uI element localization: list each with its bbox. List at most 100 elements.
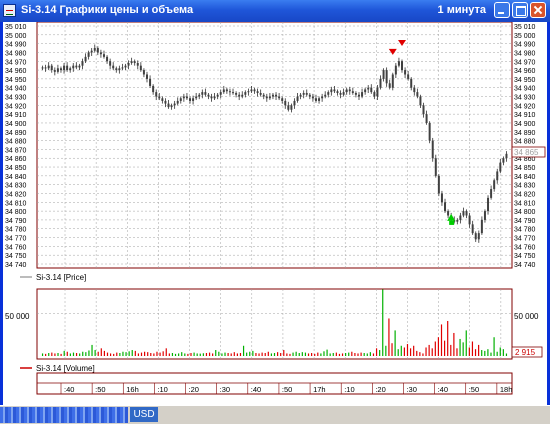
- candle-body: [447, 211, 450, 216]
- price-axis-right: 35 010 35 000 34 99034 980 34 970 34 960 34 9…: [514, 24, 536, 269]
- candle-body: [87, 52, 90, 57]
- price-y-tick-right: 34 740: [514, 262, 536, 269]
- price-y-tick-right: 34 900: [514, 121, 536, 128]
- candle-body: [410, 78, 413, 88]
- candle-body: [468, 215, 471, 225]
- candle-body: [459, 215, 462, 220]
- maximize-button[interactable]: [512, 2, 528, 18]
- candle-body: [158, 96, 161, 99]
- candle-body: [305, 92, 308, 95]
- price-y-tick-left: 34 920: [5, 103, 27, 110]
- candle-body: [241, 94, 244, 97]
- price-candle: [437, 174, 440, 197]
- price-plot-area[interactable]: [36, 22, 513, 269]
- window-title: Si-3.14 Графики цены и объема: [21, 4, 194, 16]
- candle-body: [84, 56, 87, 62]
- candle-body: [391, 74, 394, 88]
- candle-body: [299, 94, 302, 97]
- candle-body: [477, 233, 480, 240]
- candle-body: [339, 92, 342, 95]
- time-tick-label: :40: [251, 385, 261, 394]
- candle-body: [136, 63, 139, 66]
- price-y-tick-right: 34 970: [514, 59, 536, 66]
- candle-body: [216, 94, 219, 97]
- current-price-label: 34 865: [514, 148, 539, 157]
- candle-body: [195, 96, 198, 99]
- candle-body: [474, 233, 477, 240]
- candle-body: [287, 105, 290, 110]
- candle-body: [244, 92, 247, 95]
- window-titlebar[interactable]: Si-3.14 Графики цены и объема 1 минута: [0, 0, 550, 22]
- candle-body: [259, 92, 262, 95]
- candle-body: [357, 94, 360, 97]
- time-tick-label: 18h: [500, 385, 513, 394]
- price-y-tick-right: 34 910: [514, 112, 536, 119]
- price-y-tick-right: 34 750: [514, 253, 536, 260]
- price-y-tick-left: 34 940: [5, 86, 27, 93]
- price-y-tick-left: 34 820: [5, 191, 27, 198]
- candle-body: [99, 52, 102, 55]
- candle-body: [278, 96, 281, 99]
- taskbar-usd-button[interactable]: USD: [130, 407, 158, 422]
- candle-body: [318, 98, 321, 101]
- time-tick-label: :10: [157, 385, 167, 394]
- candle-body: [152, 85, 155, 93]
- price-y-tick-left: 34 740: [5, 262, 27, 269]
- candle-body: [228, 91, 231, 93]
- price-y-tick-right: 35 010: [514, 24, 536, 31]
- price-y-tick-left: 34 860: [5, 156, 27, 163]
- candle-body: [53, 70, 56, 72]
- candle-body: [490, 189, 493, 198]
- close-button[interactable]: [530, 2, 546, 18]
- candle-body: [336, 91, 339, 93]
- minimize-button[interactable]: [494, 2, 510, 18]
- candle-body: [173, 103, 176, 106]
- price-y-tick-left: 34 800: [5, 209, 27, 216]
- candle-body: [139, 65, 142, 71]
- candle-body: [238, 94, 241, 97]
- chart-window-body: 35 010 35 000 34 990 34 980 34 970 34 960 34 9…: [0, 22, 550, 405]
- price-y-tick-left: 34 990: [5, 42, 27, 49]
- price-y-tick-left: 34 960: [5, 68, 27, 75]
- candle-body: [293, 100, 296, 106]
- candle-body: [382, 70, 385, 79]
- candle-body: [63, 65, 66, 71]
- candle-body: [66, 65, 69, 71]
- time-tick-label: :20: [375, 385, 385, 394]
- timeframe-label[interactable]: 1 минута: [438, 4, 486, 16]
- volume-legend-label: Si-3.14 [Volume]: [36, 364, 95, 373]
- price-y-tick-left: 34 750: [5, 253, 27, 260]
- candle-body: [96, 48, 99, 53]
- candle-body: [496, 171, 499, 181]
- price-legend-label: Si-3.14 [Price]: [36, 273, 86, 282]
- candle-body: [176, 100, 179, 104]
- chart-canvas[interactable]: 35 01035 00034 99034 98034 97034 96034 9…: [3, 22, 547, 405]
- candle-body: [78, 65, 81, 68]
- candle-body: [130, 61, 133, 64]
- price-y-tick-left: 34 790: [5, 218, 27, 225]
- candle-body: [345, 89, 348, 93]
- price-y-tick-right: 34 770: [514, 236, 536, 243]
- volume-plot-area[interactable]: [36, 288, 513, 360]
- price-y-tick-right: 34 820: [514, 191, 536, 198]
- candle-body: [112, 65, 115, 69]
- candle-body: [348, 89, 351, 92]
- candle-body: [72, 65, 75, 69]
- candle-body: [440, 193, 443, 203]
- price-y-tick-left: 34 980: [5, 50, 27, 57]
- buy-marker-base: [449, 220, 455, 225]
- candle-body: [247, 91, 250, 93]
- current-volume-label: 2 915: [515, 348, 536, 357]
- candle-body: [93, 48, 96, 51]
- candle-body: [124, 65, 127, 68]
- candle-body: [81, 61, 84, 66]
- candle-body: [225, 89, 228, 92]
- candle-body: [333, 89, 336, 92]
- time-tick-label: :50: [282, 385, 292, 394]
- candle-body: [118, 68, 121, 71]
- price-y-tick-right: 34 990: [514, 42, 536, 49]
- candle-body: [271, 94, 274, 97]
- price-y-tick-left: 35 010: [5, 24, 27, 31]
- price-y-tick-left: 34 930: [5, 95, 27, 102]
- candle-body: [302, 92, 305, 95]
